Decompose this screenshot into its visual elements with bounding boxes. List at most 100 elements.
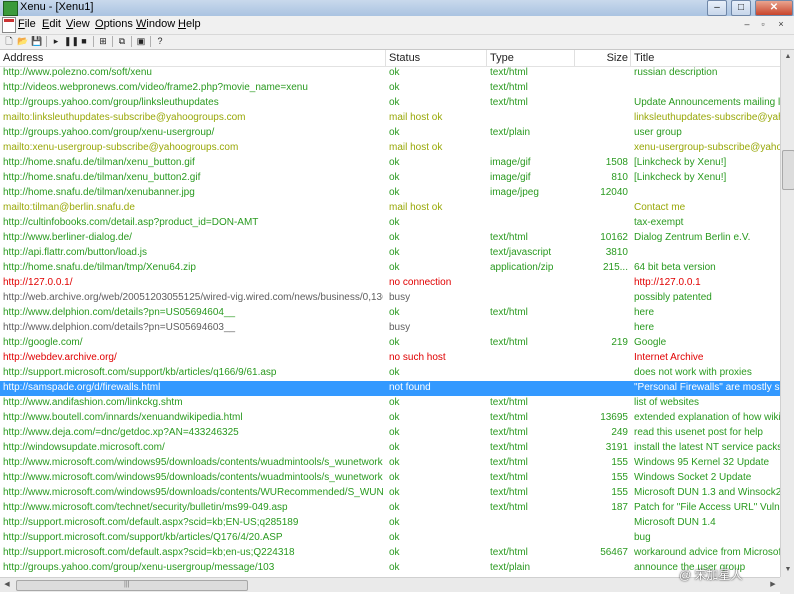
table-row-selected[interactable]: http://samspade.org/d/firewalls.html not … <box>0 381 780 396</box>
new-file-icon[interactable]: 🗋 <box>3 36 15 47</box>
table-row[interactable]: mailto:xenu-usergroup-subscribe@yahoogro… <box>0 141 780 156</box>
table-row[interactable]: http://groups.yahoo.com/group/xenu-userg… <box>0 561 780 576</box>
table-row[interactable]: http://groups.yahoo.com/group/linksleuth… <box>0 96 780 111</box>
cell-title: 64 bit beta version <box>634 262 716 273</box>
scroll-left-icon[interactable]: ◀ <box>0 578 14 592</box>
toolbar: 🗋 📂 💾 ▸ ❚❚ ■ ⊞ ⧉ ▣ ? <box>0 35 794 50</box>
table-row[interactable]: http://cultinfobooks.com/detail.asp?prod… <box>0 216 780 231</box>
cell-status: ok <box>389 172 400 183</box>
table-row[interactable]: http://www.microsoft.com/technet/securit… <box>0 501 780 516</box>
table-row[interactable]: http://www.delphion.com/details?pn=US056… <box>0 306 780 321</box>
menu-edit[interactable]: Edit <box>42 18 61 30</box>
vertical-scroll-thumb[interactable] <box>782 150 794 190</box>
toolbar-separator <box>46 36 47 47</box>
cell-type: text/html <box>490 487 528 498</box>
scroll-up-icon[interactable]: ▲ <box>781 50 794 64</box>
table-row[interactable]: http://www.microsoft.com/windows95/downl… <box>0 486 780 501</box>
table-row[interactable]: http://home.snafu.de/tilman/xenu_button.… <box>0 156 780 171</box>
table-row[interactable]: http://www.deja.com/=dnc/getdoc.xp?AN=43… <box>0 426 780 441</box>
cell-status: no such host <box>389 352 446 363</box>
child-minimize-button[interactable]: – <box>740 18 754 30</box>
help-icon[interactable]: ? <box>154 36 166 47</box>
column-divider[interactable] <box>385 50 386 66</box>
menu-options[interactable]: Options <box>95 18 133 30</box>
document-icon[interactable] <box>2 17 16 33</box>
save-icon[interactable]: 💾 <box>31 36 43 47</box>
cell-status: ok <box>389 262 400 273</box>
cell-title: here <box>634 307 655 318</box>
properties-icon[interactable]: ▣ <box>135 36 147 47</box>
stop-icon[interactable]: ■ <box>78 36 90 47</box>
column-divider[interactable] <box>630 50 631 66</box>
column-address[interactable]: Address <box>3 52 43 64</box>
table-row[interactable]: http://www.microsoft.com/windows95/downl… <box>0 456 780 471</box>
table-row[interactable]: http://web.archive.org/web/2005120305512… <box>0 291 780 306</box>
cell-title: extended explanation of how wikipedia <box>634 412 780 423</box>
column-title[interactable]: Title <box>634 52 654 64</box>
table-row[interactable]: http://api.flattr.com/button/load.js ok te… <box>0 246 780 261</box>
horizontal-scrollbar[interactable]: ◀ ||| ▶ <box>0 577 780 592</box>
table-row[interactable]: http://videos.webpronews.com/video/frame… <box>0 81 780 96</box>
minimize-button[interactable]: – <box>707 0 727 16</box>
column-size[interactable]: Size <box>576 52 628 64</box>
cell-title: workaround advice from Microsoft <box>634 547 780 558</box>
copy-icon[interactable]: ⧉ <box>116 36 128 47</box>
table-row[interactable]: http://www.boutell.com/innards/xenuandwi… <box>0 411 780 426</box>
xenu-app-icon[interactable] <box>3 1 18 16</box>
cell-address: http://www.microsoft.com/technet/securit… <box>3 502 288 513</box>
table-row[interactable]: http://www.delphion.com/details?pn=US056… <box>0 321 780 336</box>
table-row[interactable]: http://www.berliner-dialog.de/ok text/htm… <box>0 231 780 246</box>
menu-view[interactable]: View <box>66 18 90 30</box>
start-icon[interactable]: ▸ <box>50 36 62 47</box>
table-row[interactable]: http://home.snafu.de/tilman/tmp/Xenu64.z… <box>0 261 780 276</box>
column-type[interactable]: Type <box>490 52 514 64</box>
cell-status: ok <box>389 412 400 423</box>
table-row[interactable]: http://www.andifashion.com/linkckg.shtm o… <box>0 396 780 411</box>
horizontal-scroll-thumb[interactable] <box>16 580 248 591</box>
table-row[interactable]: http://groups.yahoo.com/group/xenu-userg… <box>0 126 780 141</box>
menu-help[interactable]: Help <box>178 18 201 30</box>
cell-address: mailto:linksleuthupdates-subscribe@yahoo… <box>3 112 246 123</box>
cell-title: Google <box>634 337 667 348</box>
table-row[interactable]: http://support.microsoft.com/support/kb/… <box>0 531 780 546</box>
open-folder-icon[interactable]: 📂 <box>17 36 29 47</box>
link-list[interactable]: http://www.polezno.com/soft/xenu ok text/h… <box>0 66 780 577</box>
menu-window[interactable]: Window <box>136 18 175 30</box>
table-row[interactable]: http://www.polezno.com/soft/xenu ok text/h… <box>0 66 780 81</box>
close-button[interactable]: ✕ <box>755 0 793 16</box>
table-row[interactable]: mailto:linksleuthupdates-subscribe@yahoo… <box>0 111 780 126</box>
cell-type: image/gif <box>490 172 531 183</box>
column-divider[interactable] <box>486 50 487 66</box>
child-restore-button[interactable]: ▫ <box>756 18 770 30</box>
scroll-down-icon[interactable]: ▼ <box>781 563 794 577</box>
table-row[interactable]: http://www.microsoft.com/windows95/downl… <box>0 471 780 486</box>
table-row[interactable]: mailto:tilman@berlin.snafu.de mail host o… <box>0 201 780 216</box>
table-row[interactable]: http://windowsupdate.microsoft.com/ok tex… <box>0 441 780 456</box>
cell-address: mailto:xenu-usergroup-subscribe@yahoogro… <box>3 142 239 153</box>
pause-icon[interactable]: ❚❚ <box>64 36 79 47</box>
column-header: Address Status Type Size Title <box>0 50 780 67</box>
table-row[interactable]: http://support.microsoft.com/support/kb/… <box>0 366 780 381</box>
cell-title: does not work with proxies <box>634 367 752 378</box>
scroll-right-icon[interactable]: ▶ <box>766 578 780 592</box>
cell-address: http://www.polezno.com/soft/xenu <box>3 67 152 78</box>
column-status[interactable]: Status <box>389 52 420 64</box>
table-row[interactable]: http://home.snafu.de/tilman/xenubanner.j… <box>0 186 780 201</box>
table-row[interactable]: http://home.snafu.de/tilman/xenu_button2… <box>0 171 780 186</box>
table-row[interactable]: http://support.microsoft.com/default.asp… <box>0 546 780 561</box>
vertical-scrollbar[interactable]: ▲ ▼ <box>780 50 794 577</box>
table-row[interactable]: http://support.microsoft.com/default.asp… <box>0 516 780 531</box>
toolbar-separator <box>112 36 113 47</box>
child-close-button[interactable]: × <box>774 18 788 30</box>
cell-address: http://api.flattr.com/button/load.js <box>3 247 147 258</box>
table-row[interactable]: http://127.0.0.1/no connection http://127… <box>0 276 780 291</box>
menu-file[interactable]: File <box>18 18 36 30</box>
maximize-button[interactable]: □ <box>731 0 751 16</box>
watermark-text: @ 宋加星人 <box>679 568 743 582</box>
find-binoculars-icon[interactable]: ⊞ <box>97 36 109 47</box>
table-row[interactable]: http://webdev.archive.org/no such host In… <box>0 351 780 366</box>
column-divider[interactable] <box>574 50 575 66</box>
cell-type: text/html <box>490 502 528 513</box>
cell-type: text/html <box>490 412 528 423</box>
table-row[interactable]: http://google.com/ok text/html 219 Google <box>0 336 780 351</box>
